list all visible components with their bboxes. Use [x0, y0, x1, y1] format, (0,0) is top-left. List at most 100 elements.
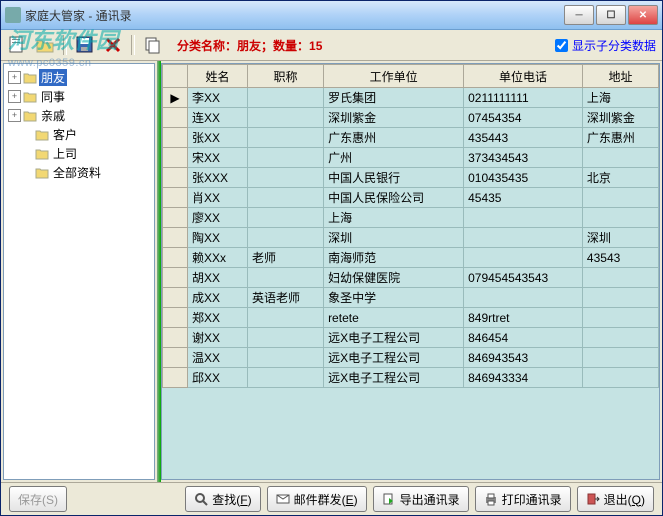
cell-title[interactable]: [248, 348, 324, 368]
cell-name[interactable]: 宋XX: [188, 148, 248, 168]
expand-icon[interactable]: +: [8, 71, 21, 84]
cell-name[interactable]: 肖XX: [188, 188, 248, 208]
column-header[interactable]: 工作单位: [324, 65, 464, 88]
cell-tel[interactable]: 849rtret: [464, 308, 583, 328]
cell-name[interactable]: 谢XX: [188, 328, 248, 348]
cell-addr[interactable]: [582, 268, 658, 288]
cell-name[interactable]: 胡XX: [188, 268, 248, 288]
column-header[interactable]: 单位电话: [464, 65, 583, 88]
cell-tel[interactable]: [464, 208, 583, 228]
cell-addr[interactable]: [582, 308, 658, 328]
cell-name[interactable]: 郑XX: [188, 308, 248, 328]
category-tree[interactable]: +朋友+同事+亲戚客户上司全部资料: [3, 63, 155, 480]
tree-item-上司[interactable]: 上司: [4, 144, 154, 163]
contacts-grid[interactable]: 姓名职称工作单位单位电话地址 ▶李XX罗氏集团0211111111上海连XX深圳…: [161, 63, 660, 480]
cell-title[interactable]: [248, 188, 324, 208]
table-row[interactable]: 邱XX远X电子工程公司846943334: [163, 368, 659, 388]
cell-org[interactable]: 远X电子工程公司: [324, 328, 464, 348]
cell-addr[interactable]: 深圳: [582, 228, 658, 248]
cell-title[interactable]: [248, 128, 324, 148]
copy-icon[interactable]: [143, 35, 163, 55]
cell-org[interactable]: retete: [324, 308, 464, 328]
cell-org[interactable]: 上海: [324, 208, 464, 228]
cell-name[interactable]: 张XX: [188, 128, 248, 148]
cell-org[interactable]: 深圳: [324, 228, 464, 248]
tree-item-朋友[interactable]: +朋友: [4, 68, 154, 87]
table-row[interactable]: 温XX 远X电子工程公司846943543: [163, 348, 659, 368]
cell-org[interactable]: 妇幼保健医院: [324, 268, 464, 288]
cell-tel[interactable]: 373434543: [464, 148, 583, 168]
cell-addr[interactable]: [582, 188, 658, 208]
cell-name[interactable]: 连XX: [188, 108, 248, 128]
cell-name[interactable]: 廖XX: [188, 208, 248, 228]
exit-button[interactable]: 退出(Q): [577, 486, 654, 512]
maximize-button[interactable]: ☐: [596, 5, 626, 25]
close-button[interactable]: ✕: [628, 5, 658, 25]
cell-addr[interactable]: [582, 288, 658, 308]
tree-item-客户[interactable]: 客户: [4, 125, 154, 144]
expand-icon[interactable]: +: [8, 90, 21, 103]
cell-org[interactable]: 深圳紫金: [324, 108, 464, 128]
cell-addr[interactable]: 深圳紫金: [582, 108, 658, 128]
cell-addr[interactable]: 上海: [582, 88, 658, 108]
cell-tel[interactable]: 0211111111: [464, 88, 583, 108]
cell-name[interactable]: 赖XXx: [188, 248, 248, 268]
table-row[interactable]: 肖XX中国人民保险公司45435: [163, 188, 659, 208]
table-row[interactable]: 宋XX广州373434543: [163, 148, 659, 168]
column-header[interactable]: 地址: [582, 65, 658, 88]
column-header[interactable]: 姓名: [188, 65, 248, 88]
cell-name[interactable]: 邱XX: [188, 368, 248, 388]
table-row[interactable]: 陶XX 深圳 深圳: [163, 228, 659, 248]
export-button[interactable]: 导出通讯录: [373, 486, 469, 512]
cell-title[interactable]: [248, 168, 324, 188]
cell-addr[interactable]: 广东惠州: [582, 128, 658, 148]
cell-title[interactable]: [248, 148, 324, 168]
cell-addr[interactable]: [582, 208, 658, 228]
cell-title[interactable]: 老师: [248, 248, 324, 268]
table-row[interactable]: 成XX英语老师象圣中学: [163, 288, 659, 308]
cell-addr[interactable]: [582, 348, 658, 368]
cell-title[interactable]: [248, 268, 324, 288]
tree-item-全部资料[interactable]: 全部资料: [4, 163, 154, 182]
cell-org[interactable]: 远X电子工程公司: [324, 348, 464, 368]
cell-tel[interactable]: 45435: [464, 188, 583, 208]
cell-org[interactable]: 广东惠州: [324, 128, 464, 148]
cell-tel[interactable]: 435443: [464, 128, 583, 148]
cell-tel[interactable]: 846943543: [464, 348, 583, 368]
cell-name[interactable]: 温XX: [188, 348, 248, 368]
show-subcategory-checkbox[interactable]: 显示子分类数据: [555, 37, 656, 54]
cell-tel[interactable]: [464, 248, 583, 268]
cell-title[interactable]: [248, 328, 324, 348]
table-row[interactable]: 郑XX retete849rtret: [163, 308, 659, 328]
cell-name[interactable]: 李XX: [188, 88, 248, 108]
print-button[interactable]: 打印通讯录: [475, 486, 571, 512]
save-icon[interactable]: [75, 35, 95, 55]
table-row[interactable]: 张XXX 中国人民银行010435435北京: [163, 168, 659, 188]
cell-tel[interactable]: [464, 228, 583, 248]
delete-icon[interactable]: [103, 35, 123, 55]
cell-addr[interactable]: [582, 368, 658, 388]
show-subcategory-input[interactable]: [555, 39, 568, 52]
cell-title[interactable]: [248, 368, 324, 388]
tree-item-亲戚[interactable]: +亲戚: [4, 106, 154, 125]
cell-addr[interactable]: 43543: [582, 248, 658, 268]
table-row[interactable]: 张XX 广东惠州435443广东惠州: [163, 128, 659, 148]
cell-tel[interactable]: 07454354: [464, 108, 583, 128]
cell-tel[interactable]: 846943334: [464, 368, 583, 388]
cell-name[interactable]: 张XXX: [188, 168, 248, 188]
cell-org[interactable]: 中国人民银行: [324, 168, 464, 188]
table-row[interactable]: 胡XX妇幼保健医院079454543543: [163, 268, 659, 288]
cell-title[interactable]: 英语老师: [248, 288, 324, 308]
table-row[interactable]: 廖XX 上海: [163, 208, 659, 228]
find-button[interactable]: 查找(F): [185, 486, 260, 512]
cell-tel[interactable]: 010435435: [464, 168, 583, 188]
cell-title[interactable]: [248, 208, 324, 228]
table-row[interactable]: 谢XX远X电子工程公司846454: [163, 328, 659, 348]
table-row[interactable]: 连XX 深圳紫金07454354深圳紫金: [163, 108, 659, 128]
cell-addr[interactable]: 北京: [582, 168, 658, 188]
column-header[interactable]: 职称: [248, 65, 324, 88]
cell-title[interactable]: [248, 88, 324, 108]
tree-item-同事[interactable]: +同事: [4, 87, 154, 106]
cell-name[interactable]: 陶XX: [188, 228, 248, 248]
cell-addr[interactable]: [582, 148, 658, 168]
